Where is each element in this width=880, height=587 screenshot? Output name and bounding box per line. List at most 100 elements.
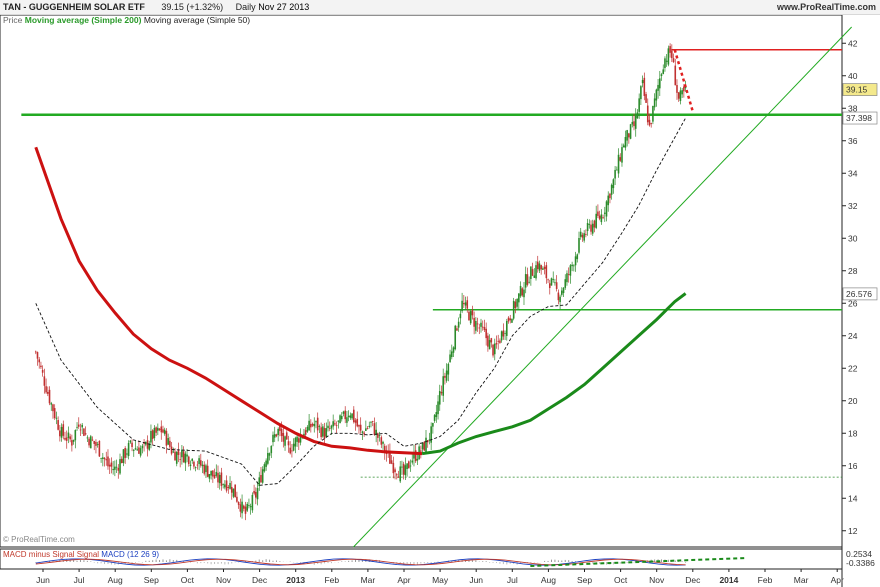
candle-body <box>600 214 603 223</box>
y-tick-label: 40 <box>848 71 858 81</box>
candle-body <box>71 440 73 446</box>
candle-body <box>573 265 575 267</box>
candle-body <box>402 463 405 475</box>
y-tick-label: 28 <box>848 266 858 276</box>
x-tick-label: Feb <box>324 575 339 585</box>
candle-body <box>471 309 474 316</box>
candle-body <box>411 460 414 463</box>
candle-body <box>346 417 348 423</box>
period-label: Daily <box>235 2 256 12</box>
y-tick-label: 34 <box>848 168 858 178</box>
candle-body <box>603 212 606 214</box>
candle-body <box>38 359 41 363</box>
candle-body <box>198 458 200 465</box>
candle-body <box>48 389 51 404</box>
candle-body <box>676 85 678 93</box>
candle-body <box>95 441 97 446</box>
candle-body <box>258 477 261 487</box>
candle-body <box>579 231 582 237</box>
candle-body <box>136 449 139 451</box>
candle-body <box>485 328 487 339</box>
candle-body <box>320 427 322 438</box>
candle-body <box>186 454 188 457</box>
candle-body <box>182 451 185 463</box>
candle-body <box>567 274 570 275</box>
x-tick-label: Feb <box>758 575 773 585</box>
candle-body <box>52 404 54 412</box>
candle-body <box>488 340 491 350</box>
candle-body <box>356 418 359 427</box>
candle-body <box>291 450 293 452</box>
candle-body <box>547 279 549 281</box>
candle-body <box>640 86 642 100</box>
candle-body <box>76 426 78 428</box>
candle-body <box>169 440 171 447</box>
x-tick-label: Mar <box>794 575 809 585</box>
candle-body <box>112 468 114 471</box>
candle-body <box>406 463 408 470</box>
candle-body <box>481 326 484 328</box>
x-tick-label: Sep <box>577 575 592 585</box>
plot-frame <box>0 14 843 548</box>
candle-body <box>646 105 649 123</box>
candle-body <box>253 490 255 494</box>
candle-body <box>514 301 517 309</box>
candle-body <box>562 287 565 294</box>
legend-ma50[interactable]: Moving average (Simple 50) <box>144 15 250 25</box>
x-tick-label: Jul <box>74 575 85 585</box>
candle-body <box>220 472 223 486</box>
candle-body <box>463 303 465 305</box>
candle-body <box>242 505 245 509</box>
macd-legend-hist[interactable]: MACD minus Signal Signal <box>3 550 99 559</box>
candle-body <box>162 429 164 433</box>
candle-body <box>361 431 364 433</box>
candle-body <box>590 224 592 232</box>
candle-body <box>447 363 450 375</box>
candle-body <box>131 442 133 448</box>
candle-body <box>158 428 161 430</box>
macd-legend-line[interactable]: MACD (12 26 9) <box>101 550 159 559</box>
candle-body <box>636 112 639 119</box>
candle-body <box>89 436 92 449</box>
candle-body <box>493 343 496 355</box>
candle-body <box>122 449 125 463</box>
candle-body <box>490 338 493 343</box>
candle-body <box>57 420 59 430</box>
date-label: Nov 27 2013 <box>258 2 310 12</box>
legend-ma200[interactable]: Moving average (Simple 200) <box>25 15 142 25</box>
candle-body <box>512 300 515 319</box>
candle-body <box>425 437 427 453</box>
candle-body <box>139 448 142 456</box>
candle-body <box>397 476 400 478</box>
candle-body <box>476 323 479 325</box>
candle-body <box>277 428 279 435</box>
candle-body <box>342 411 345 414</box>
candle-body <box>119 459 121 474</box>
candle-body <box>201 464 204 467</box>
candle-body <box>335 425 338 427</box>
candle-body <box>327 425 329 429</box>
candle-body <box>311 423 314 426</box>
site-link[interactable]: www.ProRealTime.com <box>777 0 876 14</box>
candle-body <box>371 421 374 422</box>
candle-body <box>306 426 309 432</box>
candle-body <box>421 442 424 450</box>
candle-body <box>435 412 438 418</box>
candle-body <box>548 283 551 289</box>
candle-body <box>641 79 644 84</box>
candle-body <box>316 417 319 431</box>
candle-body <box>50 403 53 405</box>
candle-body <box>607 195 610 206</box>
candle-body <box>483 327 486 330</box>
candle-body <box>557 292 560 301</box>
candle-body <box>225 480 228 491</box>
price-marker-label: 39.15 <box>846 85 868 95</box>
candle-body <box>597 211 599 216</box>
candle-body <box>193 461 195 467</box>
candle-body <box>105 459 108 461</box>
candle-body <box>330 425 333 429</box>
candle-body <box>132 449 135 451</box>
candle-body <box>177 450 180 455</box>
candle-body <box>270 445 273 454</box>
candle-body <box>267 452 269 464</box>
